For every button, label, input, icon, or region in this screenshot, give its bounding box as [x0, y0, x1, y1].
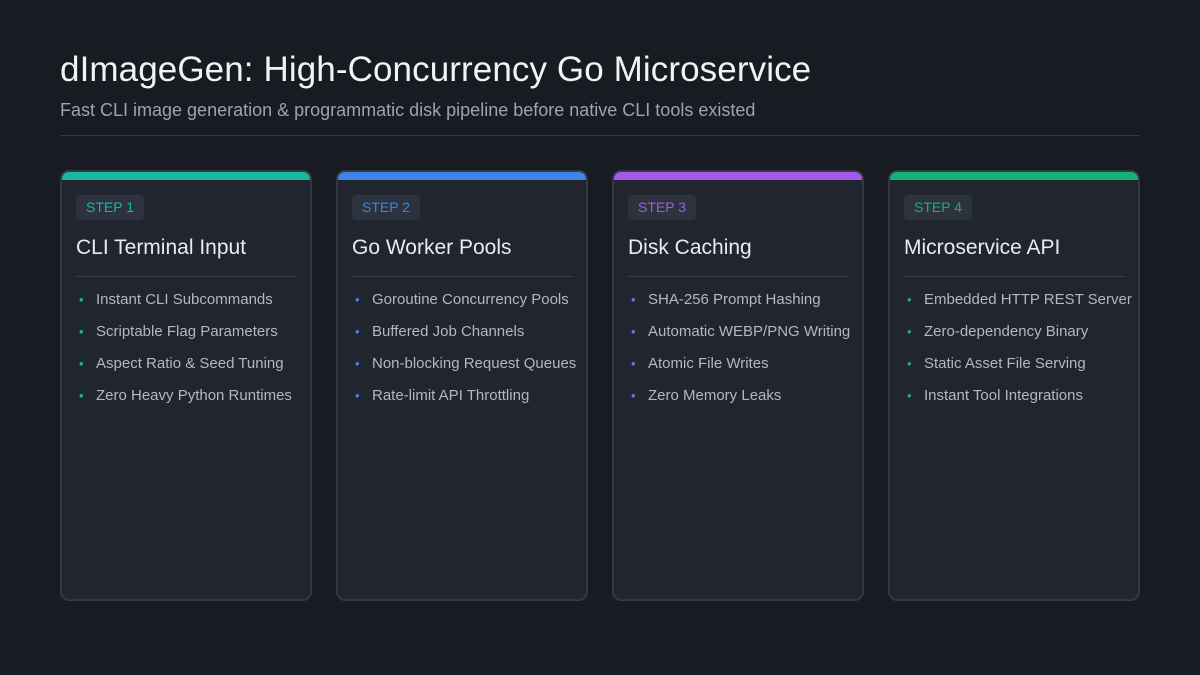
step-card: STEP 2 Go Worker Pools • Goroutine Concur…: [336, 170, 588, 601]
bullet-icon: •: [631, 292, 636, 307]
list-item: • Zero Memory Leaks: [628, 386, 862, 418]
list-item: • Instant Tool Integrations: [904, 386, 1138, 418]
bullet-icon: •: [355, 388, 360, 403]
step-card: STEP 4 Microservice API • Embedded HTTP R…: [888, 170, 1140, 601]
list-item-label: Static Asset File Serving: [924, 355, 1086, 372]
list-item: • Instant CLI Subcommands: [76, 290, 310, 322]
slide: dImageGen: High-Concurrency Go Microserv…: [0, 0, 1200, 675]
card-divider: [628, 276, 849, 277]
step-badge: STEP 1: [76, 195, 144, 220]
step-badge: STEP 4: [904, 195, 972, 220]
list-item-label: Embedded HTTP REST Server: [924, 291, 1132, 308]
step-badge: STEP 3: [628, 195, 696, 220]
list-item-label: Goroutine Concurrency Pools: [372, 291, 569, 308]
step-cards: STEP 1 CLI Terminal Input • Instant CLI S…: [60, 170, 1140, 601]
list-item: • Scriptable Flag Parameters: [76, 322, 310, 354]
bullet-icon: •: [907, 356, 912, 371]
list-item-label: Zero-dependency Binary: [924, 323, 1089, 340]
bullet-icon: •: [355, 292, 360, 307]
list-item: • Zero Heavy Python Runtimes: [76, 386, 310, 418]
bullet-icon: •: [631, 388, 636, 403]
bullet-icon: •: [907, 388, 912, 403]
bullet-icon: •: [631, 324, 636, 339]
card-accent-bar: [614, 172, 862, 180]
card-divider: [352, 276, 573, 277]
list-item: • Aspect Ratio & Seed Tuning: [76, 354, 310, 386]
list-item-label: Non-blocking Request Queues: [372, 355, 577, 372]
step-badge: STEP 2: [352, 195, 420, 220]
bullet-icon: •: [79, 356, 84, 371]
card-title: CLI Terminal Input: [76, 236, 247, 259]
list-item: • Goroutine Concurrency Pools: [352, 290, 586, 322]
list-item-label: Buffered Job Channels: [372, 323, 525, 340]
page-title: dImageGen: High-Concurrency Go Microserv…: [60, 50, 812, 89]
card-title: Go Worker Pools: [352, 236, 512, 259]
list-item-label: Automatic WEBP/PNG Writing: [648, 323, 851, 340]
bullet-icon: •: [355, 324, 360, 339]
feature-list: • SHA-256 Prompt Hashing • Automatic WEBP/…: [628, 290, 862, 418]
bullet-icon: •: [355, 356, 360, 371]
list-item-label: Zero Heavy Python Runtimes: [96, 387, 292, 404]
header-divider: [60, 135, 1140, 136]
list-item: • Atomic File Writes: [628, 354, 862, 386]
bullet-icon: •: [79, 388, 84, 403]
list-item-label: Aspect Ratio & Seed Tuning: [96, 355, 284, 372]
list-item: • Non-blocking Request Queues: [352, 354, 586, 386]
bullet-icon: •: [907, 324, 912, 339]
feature-list: • Goroutine Concurrency Pools • Buffered J…: [352, 290, 586, 418]
list-item: • Buffered Job Channels: [352, 322, 586, 354]
list-item-label: Zero Memory Leaks: [648, 387, 782, 404]
card-divider: [76, 276, 297, 277]
feature-list: • Instant CLI Subcommands • Scriptable Fla…: [76, 290, 310, 418]
list-item: • Static Asset File Serving: [904, 354, 1138, 386]
list-item-label: Rate-limit API Throttling: [372, 387, 530, 404]
list-item: • Embedded HTTP REST Server: [904, 290, 1138, 322]
feature-list: • Embedded HTTP REST Server • Zero-depende…: [904, 290, 1138, 418]
step-card: STEP 1 CLI Terminal Input • Instant CLI S…: [60, 170, 312, 601]
list-item-label: Instant Tool Integrations: [924, 387, 1083, 404]
bullet-icon: •: [79, 324, 84, 339]
card-title: Microservice API: [904, 236, 1061, 259]
card-divider: [904, 276, 1125, 277]
card-title: Disk Caching: [628, 236, 752, 259]
list-item-label: Instant CLI Subcommands: [96, 291, 273, 308]
page-subtitle: Fast CLI image generation & programmatic…: [60, 100, 756, 120]
list-item: • Rate-limit API Throttling: [352, 386, 586, 418]
list-item: • SHA-256 Prompt Hashing: [628, 290, 862, 322]
bullet-icon: •: [631, 356, 636, 371]
step-card: STEP 3 Disk Caching • SHA-256 Prompt Hash…: [612, 170, 864, 601]
list-item-label: Atomic File Writes: [648, 355, 769, 372]
card-accent-bar: [890, 172, 1138, 180]
bullet-icon: •: [79, 292, 84, 307]
bullet-icon: •: [907, 292, 912, 307]
list-item: • Zero-dependency Binary: [904, 322, 1138, 354]
card-accent-bar: [338, 172, 586, 180]
card-accent-bar: [62, 172, 310, 180]
list-item: • Automatic WEBP/PNG Writing: [628, 322, 862, 354]
list-item-label: Scriptable Flag Parameters: [96, 323, 278, 340]
list-item-label: SHA-256 Prompt Hashing: [648, 291, 821, 308]
